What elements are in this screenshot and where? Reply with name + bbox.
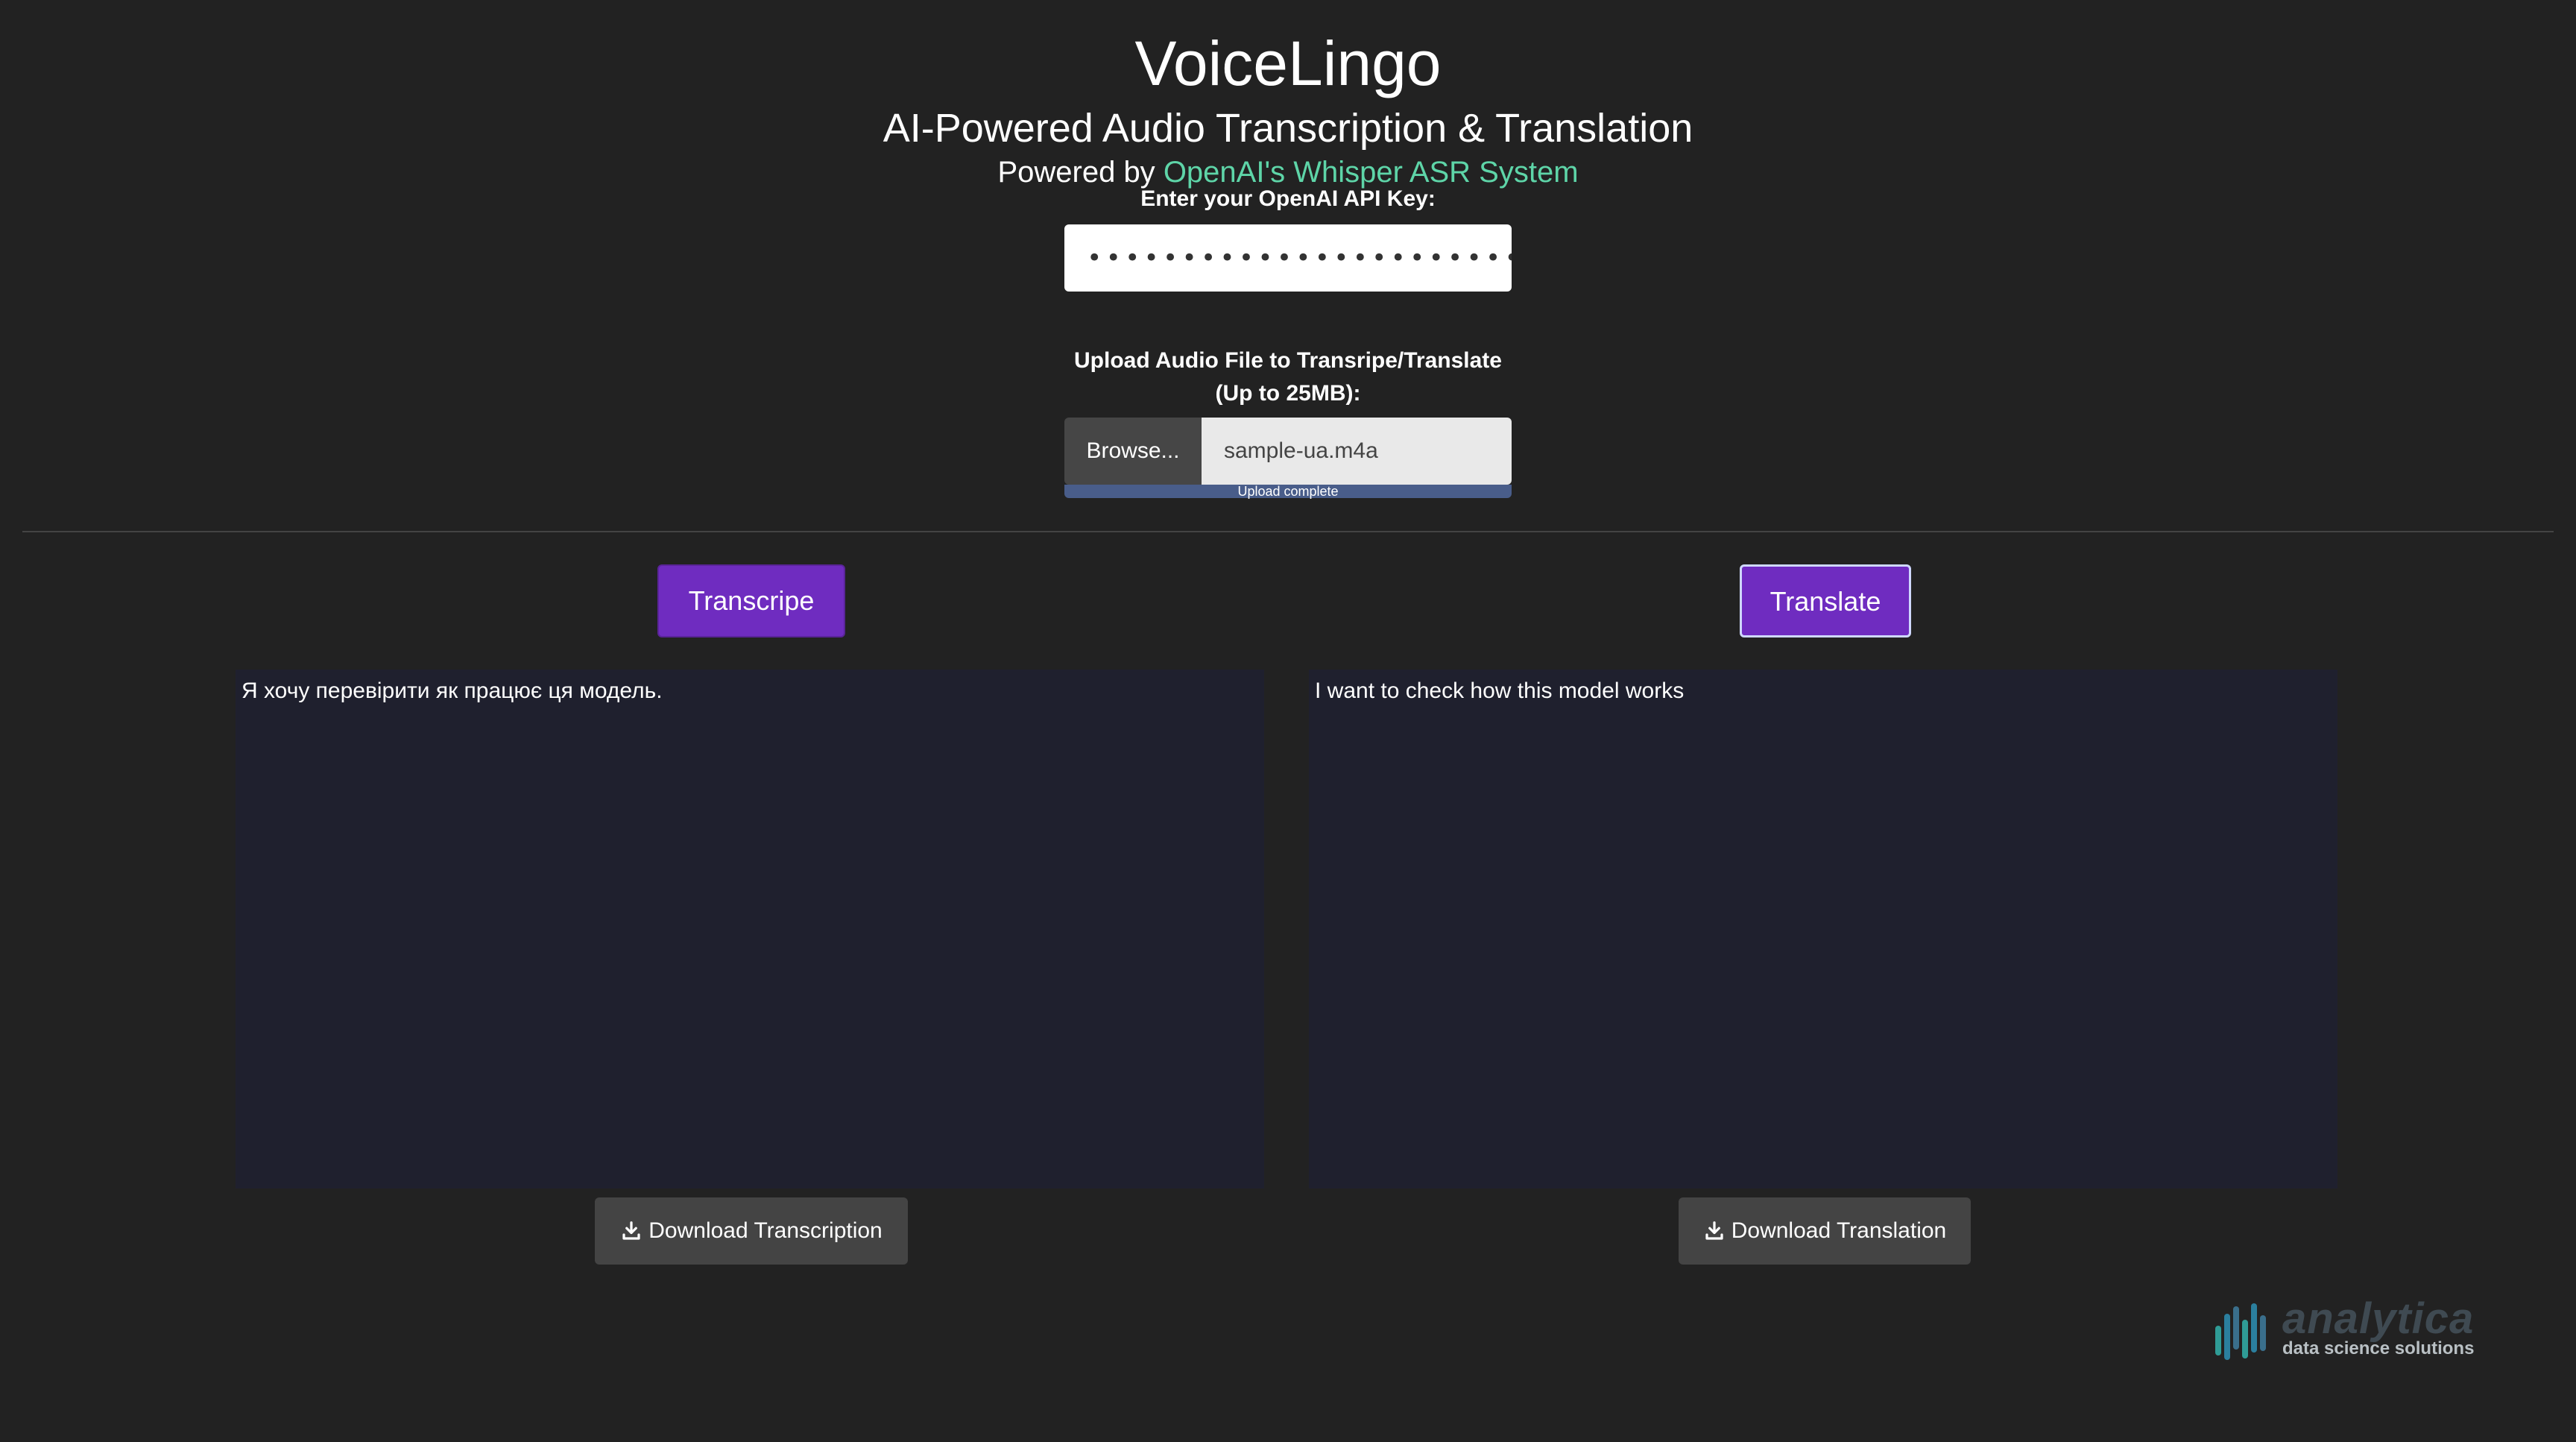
logo-bars-icon <box>2215 1303 2266 1360</box>
section-divider <box>22 531 2554 532</box>
whisper-link[interactable]: OpenAI's Whisper ASR System <box>1164 156 1579 189</box>
translation-output[interactable]: I want to check how this model works <box>1309 670 2337 1188</box>
download-transcription-button[interactable]: Download Transcription <box>595 1197 908 1265</box>
analytica-logo: analytica data science solutions <box>2214 1296 2512 1363</box>
transcription-output[interactable]: Я хочу перевірити як працює ця модель. <box>236 670 1264 1188</box>
api-key-input[interactable]: ••••••••••••••••••••••••••••• <box>1064 224 1512 292</box>
upload-progress-bar: Upload complete <box>1064 485 1512 498</box>
download-icon <box>622 1221 640 1240</box>
app-title: VoiceLingo <box>1134 28 1442 98</box>
download-translation-button[interactable]: Download Translation <box>1679 1197 1971 1265</box>
file-upload-control[interactable]: Browse... sample-ua.m4a <box>1064 418 1512 485</box>
download-transcription-label: Download Transcription <box>648 1218 883 1243</box>
upload-label: Upload Audio File to Transripe/Translate… <box>1074 348 1502 406</box>
logo-tagline: data science solutions <box>2282 1338 2475 1358</box>
download-icon <box>1705 1221 1723 1240</box>
api-key-label: Enter your OpenAI API Key: <box>1140 186 1436 211</box>
file-name-display: sample-ua.m4a <box>1202 418 1512 485</box>
logo-wordmark: analytica <box>2282 1294 2475 1343</box>
browse-button[interactable]: Browse... <box>1064 418 1202 485</box>
transcribe-button[interactable]: Transcripe <box>657 564 845 637</box>
app-page: VoiceLingo AI-Powered Audio Transcriptio… <box>0 0 2576 1442</box>
header: VoiceLingo AI-Powered Audio Transcriptio… <box>0 22 2576 192</box>
app-subtitle: AI-Powered Audio Transcription & Transla… <box>883 106 1693 151</box>
download-translation-label: Download Translation <box>1731 1218 1947 1243</box>
powered-by-prefix: Powered by <box>997 156 1155 189</box>
translate-button[interactable]: Translate <box>1740 564 1911 637</box>
